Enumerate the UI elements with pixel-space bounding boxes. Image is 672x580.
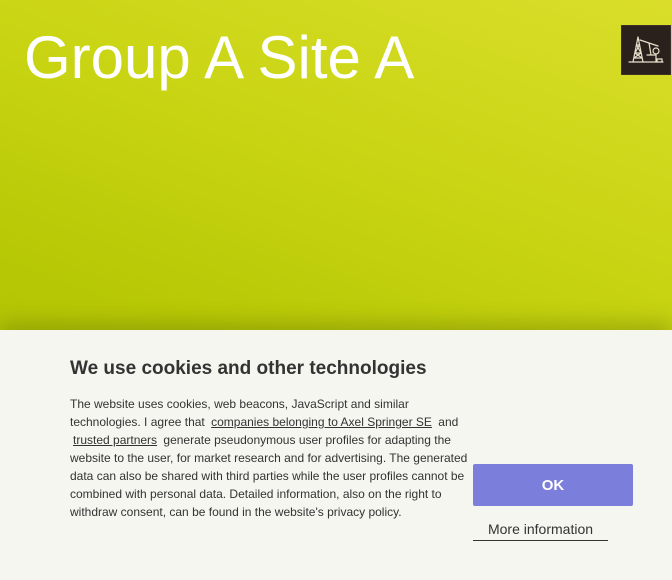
companies-link[interactable]: companies belonging to Axel Springer SE — [211, 415, 432, 429]
cookie-banner-title: We use cookies and other technologies — [70, 358, 427, 379]
more-information-link[interactable]: More information — [473, 518, 608, 541]
site-logo[interactable] — [621, 25, 671, 75]
page-title: Group A Site A — [24, 24, 415, 91]
trusted-partners-link[interactable]: trusted partners — [73, 433, 157, 447]
cookie-banner-text: The website uses cookies, web beacons, J… — [70, 395, 472, 521]
cookie-consent-banner: We use cookies and other technologies Th… — [0, 330, 672, 580]
pump-jack-icon — [627, 29, 665, 72]
cookie-text-and: and — [438, 415, 459, 429]
ok-button[interactable]: OK — [473, 464, 633, 506]
